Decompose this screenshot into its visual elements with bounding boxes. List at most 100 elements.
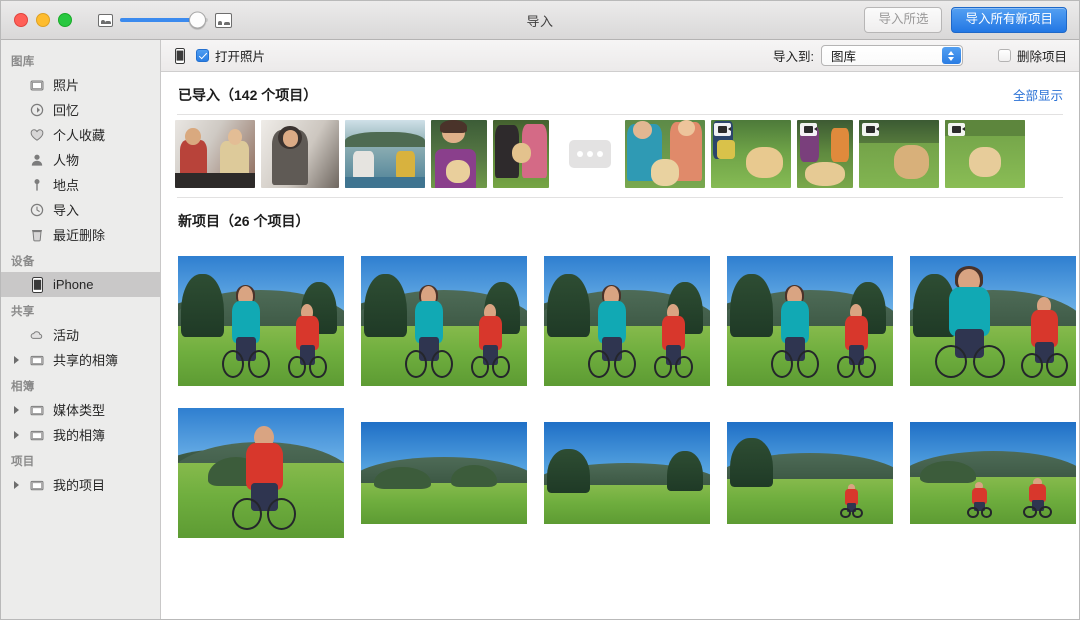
video-badge-icon [948, 123, 965, 136]
sidebar-item-照片[interactable]: 照片 [1, 72, 160, 97]
folder-icon [28, 352, 46, 368]
new-item-thumbnail[interactable] [178, 408, 344, 538]
title-bar: 导入 导入所选 导入所有新项目 [1, 1, 1079, 40]
imported-thumbnail[interactable] [261, 120, 339, 188]
window-controls [1, 13, 72, 27]
sidebar-item-导入[interactable]: 导入 [1, 197, 160, 222]
new-section-header: 新项目（26 个项目） [161, 198, 1079, 240]
new-item-thumbnail[interactable] [727, 256, 893, 386]
delete-items-checkbox[interactable] [998, 49, 1011, 62]
sidebar-item-共享的相簿[interactable]: 共享的相簿 [1, 347, 160, 372]
folder-icon [28, 427, 46, 443]
maximize-button[interactable] [58, 13, 72, 27]
import-scroll-area[interactable]: 已导入（142 个项目） 全部显示 新项目（26 个项目） [161, 72, 1079, 619]
sidebar-item-label: 我的相簿 [53, 425, 105, 444]
new-item-thumbnail[interactable] [727, 422, 893, 524]
pin-icon [28, 177, 46, 193]
thumbnail-zoom-slider[interactable] [98, 13, 232, 28]
sidebar-item-label: 我的项目 [53, 475, 105, 494]
new-item-thumbnail[interactable] [178, 256, 344, 386]
title-bar-actions: 导入所选 导入所有新项目 [864, 7, 1079, 33]
open-photos-label: 打开照片 [215, 46, 265, 65]
new-item-thumbnail[interactable] [910, 256, 1076, 386]
window-body: 图库照片回忆个人收藏人物地点导入最近删除设备iPhone共享活动共享的相簿相簿媒… [1, 40, 1079, 619]
sidebar-section-title: 图库 [1, 47, 160, 72]
delete-items-checkbox-row[interactable]: 删除项目 [998, 46, 1067, 65]
sidebar-item-label: 最近删除 [53, 225, 105, 244]
small-photo-icon [98, 14, 113, 27]
trash-icon [28, 227, 46, 243]
disclosure-triangle-icon[interactable] [11, 481, 21, 489]
delete-items-label: 删除项目 [1017, 46, 1067, 65]
sidebar-item-活动[interactable]: 活动 [1, 322, 160, 347]
sidebar-item-label: 共享的相簿 [53, 350, 118, 369]
import-to-select[interactable]: 图库 [821, 45, 963, 66]
minimize-button[interactable] [36, 13, 50, 27]
sidebar-item-媒体类型[interactable]: 媒体类型 [1, 397, 160, 422]
sidebar-section-title: 相簿 [1, 372, 160, 397]
sidebar-item-label: iPhone [53, 277, 93, 292]
open-photos-checkbox-row[interactable]: 打开照片 [196, 46, 265, 65]
imported-thumbnail[interactable] [493, 120, 549, 188]
new-item-thumbnail[interactable] [910, 422, 1076, 524]
imported-thumbnail[interactable] [859, 120, 939, 188]
zoom-slider-fill [120, 18, 194, 22]
memories-icon [28, 102, 46, 118]
new-item-thumbnail[interactable] [361, 422, 527, 524]
imported-thumbnail[interactable] [431, 120, 487, 188]
show-all-link[interactable]: 全部显示 [1013, 85, 1063, 104]
sidebar-item-回忆[interactable]: 回忆 [1, 97, 160, 122]
import-to-group: 导入到: 图库 [773, 45, 963, 66]
imported-section-title: 已导入（142 个项目） [178, 85, 317, 105]
sidebar: 图库照片回忆个人收藏人物地点导入最近删除设备 iPhone 共享活动共享的相簿相簿媒… [1, 40, 161, 619]
video-badge-icon [862, 123, 879, 136]
more-thumbnails-separator[interactable] [569, 140, 611, 168]
import-toolbar: 打开照片 导入到: 图库 删除项目 [161, 40, 1079, 72]
imported-thumbnail[interactable] [345, 120, 425, 188]
sidebar-section-title: 共享 [1, 297, 160, 322]
disclosure-triangle-icon[interactable] [11, 431, 21, 439]
sidebar-item-我的相簿[interactable]: 我的相簿 [1, 422, 160, 447]
new-item-thumbnail[interactable] [544, 256, 710, 386]
sidebar-item-地点[interactable]: 地点 [1, 172, 160, 197]
imported-thumbnail[interactable] [797, 120, 853, 188]
sidebar-item-label: 地点 [53, 175, 79, 194]
import-all-new-button[interactable]: 导入所有新项目 [951, 7, 1067, 33]
sidebar-item-label: 个人收藏 [53, 125, 105, 144]
import-to-value: 图库 [831, 46, 856, 65]
imported-thumbnail[interactable] [175, 120, 255, 188]
large-photo-icon [215, 13, 232, 28]
photos-icon [28, 77, 46, 93]
disclosure-triangle-icon[interactable] [11, 356, 21, 364]
sidebar-section-title: 设备 [1, 247, 160, 272]
imported-section-header: 已导入（142 个项目） 全部显示 [161, 72, 1079, 114]
import-selected-button[interactable]: 导入所选 [864, 7, 942, 33]
imported-thumbnail[interactable] [711, 120, 791, 188]
cloud-icon [28, 327, 46, 343]
new-section-title: 新项目（26 个项目） [178, 211, 309, 231]
video-badge-icon [714, 123, 731, 136]
video-badge-icon [800, 123, 817, 136]
folder-icon [28, 402, 46, 418]
sidebar-item-人物[interactable]: 人物 [1, 147, 160, 172]
person-icon [28, 152, 46, 168]
heart-icon [28, 127, 46, 143]
close-button[interactable] [14, 13, 28, 27]
zoom-slider-track[interactable] [120, 18, 208, 22]
imported-thumbnail-strip [161, 115, 1079, 197]
sidebar-item-iPhone[interactable]: iPhone [1, 272, 160, 297]
zoom-slider-thumb[interactable] [189, 12, 206, 29]
imported-thumbnail[interactable] [945, 120, 1025, 188]
iphone-icon [28, 277, 46, 293]
sidebar-item-最近删除[interactable]: 最近删除 [1, 222, 160, 247]
import-to-label: 导入到: [773, 46, 814, 65]
sidebar-item-我的项目[interactable]: 我的项目 [1, 472, 160, 497]
sidebar-item-label: 导入 [53, 200, 79, 219]
new-item-thumbnail[interactable] [361, 256, 527, 386]
photos-import-window: 导入 导入所选 导入所有新项目 图库照片回忆个人收藏人物地点导入最近删除设备iP… [0, 0, 1080, 620]
disclosure-triangle-icon[interactable] [11, 406, 21, 414]
new-item-thumbnail[interactable] [544, 422, 710, 524]
sidebar-item-个人收藏[interactable]: 个人收藏 [1, 122, 160, 147]
open-photos-checkbox[interactable] [196, 49, 209, 62]
imported-thumbnail[interactable] [625, 120, 705, 188]
